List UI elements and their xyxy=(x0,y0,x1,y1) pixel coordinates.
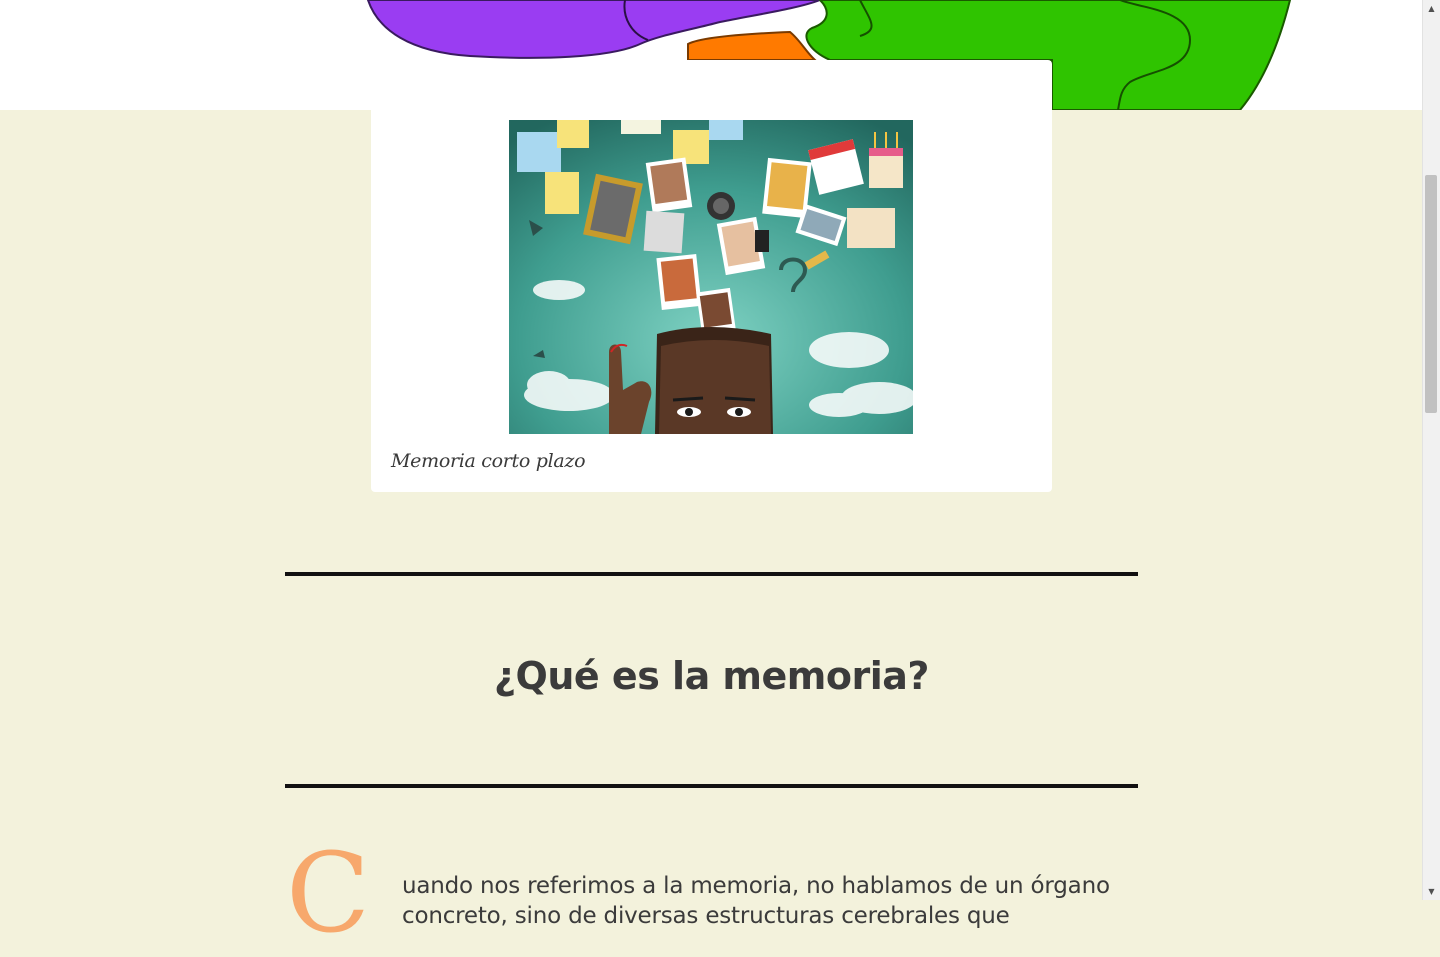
article-paragraph: uando nos referimos a la memoria, no hab… xyxy=(402,873,1110,929)
figure-card: Memoria corto plazo xyxy=(371,60,1052,492)
scrollbar-thumb[interactable] xyxy=(1425,175,1437,413)
figure-caption: Memoria corto plazo xyxy=(391,450,586,472)
memory-illustration-image[interactable] xyxy=(509,120,913,434)
section-divider-bottom xyxy=(285,784,1138,788)
section-divider-top xyxy=(285,572,1138,576)
scroll-down-arrow-icon[interactable]: ▼ xyxy=(1423,883,1440,900)
drop-cap-letter: C xyxy=(286,829,371,957)
scroll-up-arrow-icon[interactable]: ▲ xyxy=(1423,0,1440,17)
section-heading: ¿Qué es la memoria? xyxy=(494,654,929,698)
vertical-scrollbar[interactable]: ▲ ▼ xyxy=(1422,0,1440,900)
